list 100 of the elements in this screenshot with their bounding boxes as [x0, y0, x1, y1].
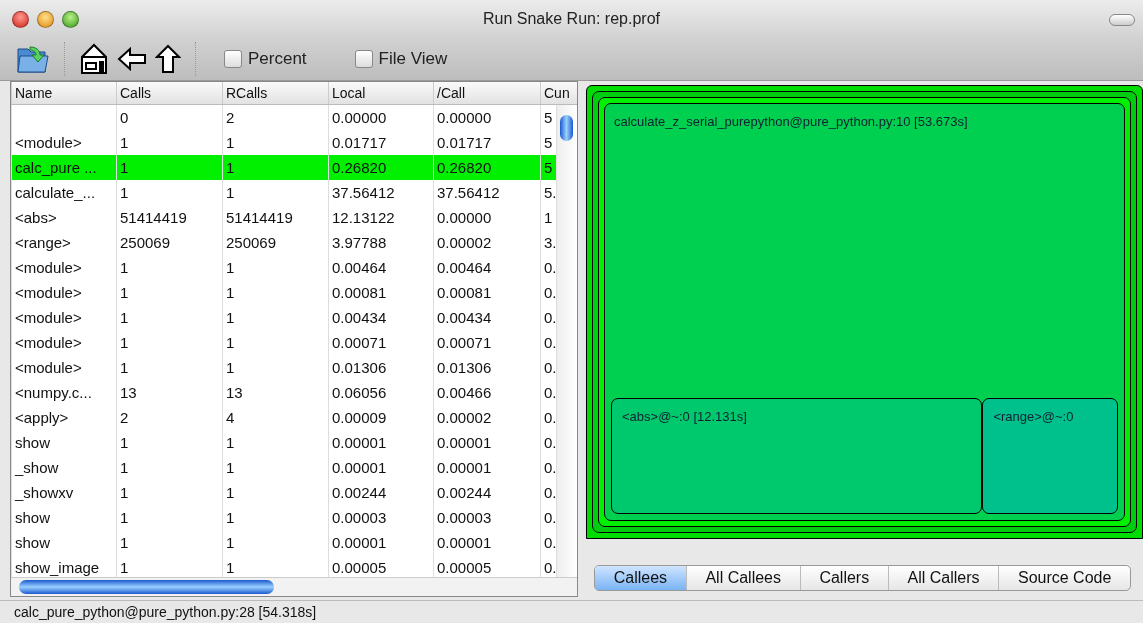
table-cell: calculate_...: [11, 180, 116, 205]
treemap-node[interactable]: <abs>@~:0 [12.131s]: [611, 398, 983, 514]
table-cell: 0.00002: [433, 230, 540, 255]
node-label: calculate_z_serial_purepython@pure_python.py:10 [53.673s]: [613, 113, 969, 131]
table-cell: 1: [116, 255, 222, 280]
table-cell: 0.00464: [328, 255, 433, 280]
table-cell: show: [11, 505, 116, 530]
table-cell: 51414419: [222, 205, 328, 230]
table-cell: <numpy.c...: [11, 380, 116, 405]
zoom-button[interactable]: [62, 10, 79, 28]
tab[interactable]: Source Code: [998, 566, 1130, 590]
table-cell: 1: [116, 505, 222, 530]
table-cell: 3.97788: [328, 230, 433, 255]
tab[interactable]: All Callees: [685, 566, 800, 590]
table-cell: 1: [116, 280, 222, 305]
column-header[interactable]: Name: [11, 82, 116, 104]
minimize-button[interactable]: [37, 10, 54, 28]
table-cell: 1: [222, 280, 328, 305]
table-cell: 1: [116, 180, 222, 205]
table-cell: <module>: [11, 255, 116, 280]
table-cell: 1: [116, 330, 222, 355]
table-cell: 2: [222, 105, 328, 130]
table-cell: 1: [116, 430, 222, 455]
table-cell: 1: [222, 305, 328, 330]
table-cell: 250069: [222, 230, 328, 255]
table-cell: 0.00434: [328, 305, 433, 330]
table-cell: 1: [116, 455, 222, 480]
window-title: Run Snake Run: rep.prof: [483, 10, 660, 28]
table-cell: 0.00001: [433, 530, 540, 555]
table-cell: 1: [222, 530, 328, 555]
table-cell: 0.00244: [328, 480, 433, 505]
table-cell: <abs>: [11, 205, 116, 230]
table-cell: 4: [222, 405, 328, 430]
table-cell: 0.00081: [433, 280, 540, 305]
table-cell: 1: [222, 455, 328, 480]
table-cell: 0.00071: [328, 330, 433, 355]
table-cell: <module>: [11, 330, 116, 355]
tab[interactable]: Callees: [595, 566, 686, 590]
table-cell: 0.00001: [433, 455, 540, 480]
table-cell: 1: [222, 180, 328, 205]
table-cell: 0.00009: [328, 405, 433, 430]
column-header[interactable]: RCalls: [222, 82, 328, 104]
toolbar-toggle-button[interactable]: [1109, 14, 1135, 26]
back-arrow-icon[interactable]: [117, 47, 147, 71]
tab[interactable]: All Callers: [887, 566, 999, 590]
table-cell: <module>: [11, 355, 116, 380]
table-cell: 0.00001: [433, 430, 540, 455]
treemap-node[interactable]: <range>@~:0: [982, 398, 1118, 514]
table-cell: 0.00071: [433, 330, 540, 355]
table-cell: 12.13122: [328, 205, 433, 230]
table-cell: <apply>: [11, 405, 116, 430]
table-cell: 51414419: [116, 205, 222, 230]
table-cell: 2: [116, 405, 222, 430]
table-cell: 0.00000: [328, 105, 433, 130]
table-cell: 0.00464: [433, 255, 540, 280]
checkbox-option[interactable]: File View: [354, 49, 448, 69]
tab[interactable]: Callers: [799, 566, 888, 590]
table-cell: _showxv: [11, 480, 116, 505]
table-cell: 1: [116, 355, 222, 380]
table-cell: 1: [222, 330, 328, 355]
checkbox-option[interactable]: Percent: [224, 49, 307, 69]
table-cell: 0.00001: [328, 430, 433, 455]
table-row[interactable]: calc_pure ... 1 1 0.26820 0.26820 5: [11, 155, 556, 180]
table-cell: 0.01306: [328, 355, 433, 380]
table-cell: 0.01306: [433, 355, 540, 380]
table-cell: 13: [116, 380, 222, 405]
table-cell: 0.00244: [433, 480, 540, 505]
table-cell: 37.56412: [328, 180, 433, 205]
table-cell: 0.00002: [433, 405, 540, 430]
table-cell: 1: [116, 155, 222, 180]
table-cell: show: [11, 530, 116, 555]
status-text: calc_pure_python@pure_python.py:28 [54.318s]: [14, 604, 317, 620]
table-cell: 0.06056: [328, 380, 433, 405]
table-cell: show: [11, 430, 116, 455]
table-cell: 0.00466: [433, 380, 540, 405]
table-cell: 1: [222, 255, 328, 280]
column-header[interactable]: Calls: [116, 82, 222, 104]
table-cell: 37.56412: [433, 180, 540, 205]
table-cell: 250069: [116, 230, 222, 255]
table-cell: 13: [222, 380, 328, 405]
table-cell: 1: [222, 355, 328, 380]
table-cell: 0.00434: [433, 305, 540, 330]
table-cell: 0.00001: [328, 455, 433, 480]
column-header[interactable]: /Call: [433, 82, 540, 104]
open-folder-icon[interactable]: [16, 43, 50, 75]
table-cell: 0.00000: [433, 205, 540, 230]
table-cell: 0: [116, 105, 222, 130]
horizontal-scrollbar[interactable]: [11, 577, 577, 596]
table-cell: 1: [116, 530, 222, 555]
table-cell: 0.26820: [328, 155, 433, 180]
table-cell: 1: [116, 305, 222, 330]
table-cell: <module>: [11, 305, 116, 330]
up-arrow-icon[interactable]: [155, 44, 181, 74]
table-cell: _show: [11, 455, 116, 480]
column-header[interactable]: Cun: [540, 82, 570, 104]
column-header[interactable]: Local: [328, 82, 433, 104]
table-cell: 0.00003: [433, 505, 540, 530]
home-icon[interactable]: [79, 43, 109, 75]
close-button[interactable]: [12, 10, 29, 28]
table-cell: 0.26820: [433, 155, 540, 180]
